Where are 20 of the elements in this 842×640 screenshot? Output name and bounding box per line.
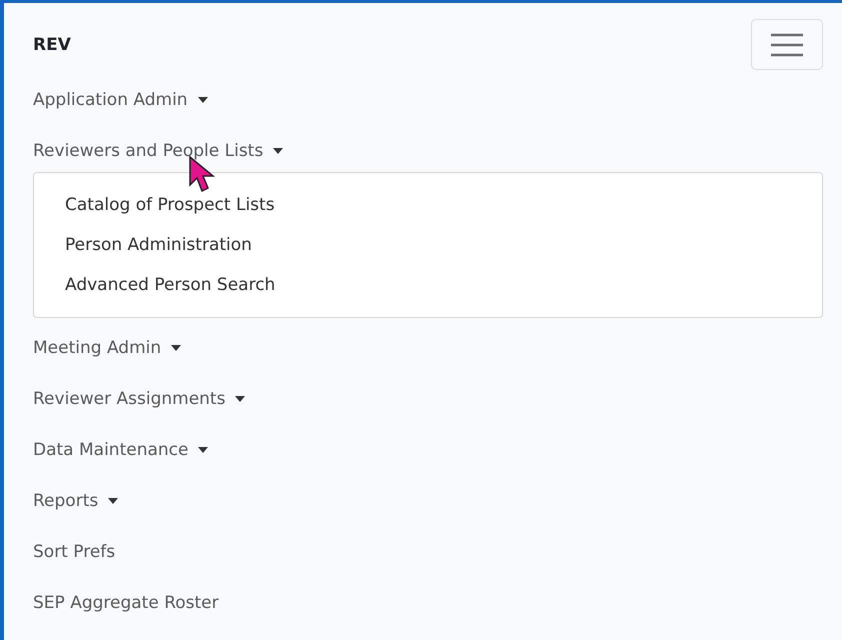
- dropdown-toggle[interactable]: Reviewer Assignments: [33, 373, 246, 424]
- caret-icon: [108, 498, 118, 504]
- caret-icon: [198, 96, 208, 102]
- nav-link[interactable]: Sort Prefs: [33, 526, 116, 577]
- dropdown-toggle[interactable]: Data Maintenance: [33, 424, 208, 475]
- dropdown-item[interactable]: Advanced Person Search: [65, 265, 276, 305]
- caret-icon: [198, 446, 208, 452]
- menu-icon: [771, 32, 803, 56]
- dropdown-toggle[interactable]: Application Admin: [33, 74, 208, 125]
- dropdown-item[interactable]: Catalog of Prospect Lists: [65, 185, 275, 225]
- dropdown-item[interactable]: Person Administration: [65, 225, 252, 265]
- caret-icon: [171, 344, 182, 350]
- dropdown-toggle[interactable]: Reports: [33, 475, 118, 526]
- menu-toggle-button[interactable]: [751, 19, 823, 70]
- dropdown-toggle[interactable]: Reviewers and People Lists: [33, 125, 284, 176]
- caret-icon: [273, 148, 284, 154]
- dropdown-toggle[interactable]: Meeting Admin: [33, 322, 182, 373]
- brand-title: REV: [33, 35, 71, 55]
- nav-link[interactable]: SEP Aggregate Roster: [33, 577, 219, 628]
- caret-icon: [235, 396, 246, 402]
